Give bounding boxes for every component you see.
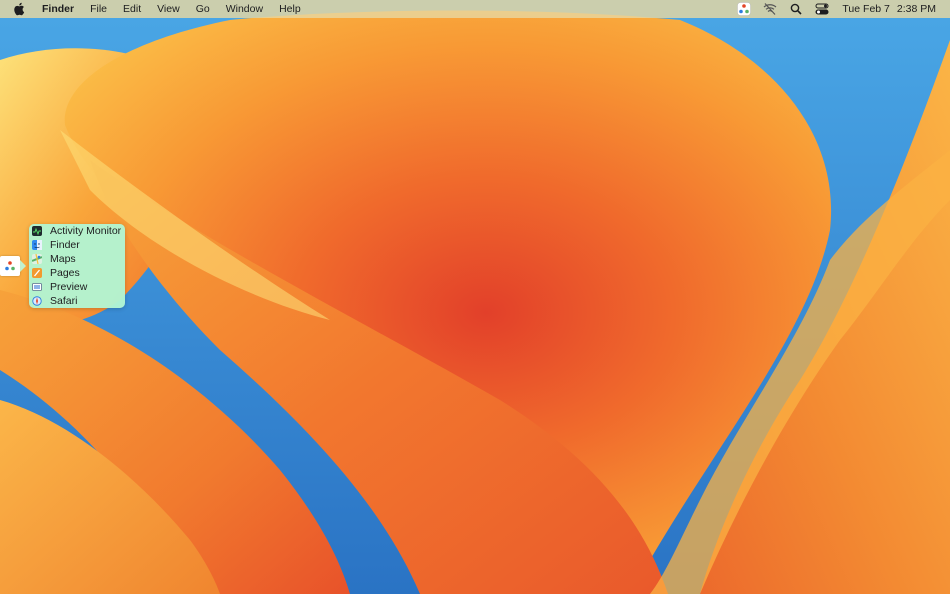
safari-icon [32,296,42,306]
app-launcher-menu: Activity Monitor Finder Maps Pages Previ… [29,224,125,308]
app-item-safari[interactable]: Safari [29,294,125,308]
app-item-label: Maps [50,253,76,265]
activity-monitor-icon [32,226,42,236]
app-item-label: Pages [50,267,80,279]
menu-clock[interactable]: Tue Feb 7 2:38 PM [842,3,936,15]
clock-time: 2:38 PM [896,3,936,15]
app-item-activity-monitor[interactable]: Activity Monitor [29,224,125,238]
wallpaper [0,0,950,594]
app-switcher-icon[interactable] [736,1,752,17]
app-item-label: Preview [50,281,88,293]
wifi-off-icon[interactable] [762,1,778,17]
app-item-label: Finder [50,239,80,251]
menu-go[interactable]: Go [188,0,218,18]
menu-file[interactable]: File [82,0,115,18]
desktop: Finder File Edit View Go Window Help Tue… [0,0,950,594]
menu-app-name[interactable]: Finder [38,0,82,18]
app-item-finder[interactable]: Finder [29,238,125,252]
search-icon[interactable] [788,1,804,17]
menu-bar: Finder File Edit View Go Window Help Tue… [0,0,950,18]
menu-edit[interactable]: Edit [115,0,149,18]
pages-icon [32,268,42,278]
app-item-preview[interactable]: Preview [29,280,125,294]
app-switcher-tray-icon[interactable] [0,256,20,276]
menu-help[interactable]: Help [271,0,309,18]
app-item-maps[interactable]: Maps [29,252,125,266]
app-item-label: Activity Monitor [50,225,122,237]
menu-view[interactable]: View [149,0,188,18]
clock-date: Tue Feb 7 [842,3,890,15]
menu-window[interactable]: Window [218,0,271,18]
maps-icon [32,254,42,264]
menu-caret [20,260,26,272]
control-center-icon[interactable] [814,1,830,17]
app-item-pages[interactable]: Pages [29,266,125,280]
app-item-label: Safari [50,295,78,307]
apple-logo-icon[interactable] [13,0,27,18]
preview-icon [32,282,42,292]
finder-icon [32,240,42,250]
